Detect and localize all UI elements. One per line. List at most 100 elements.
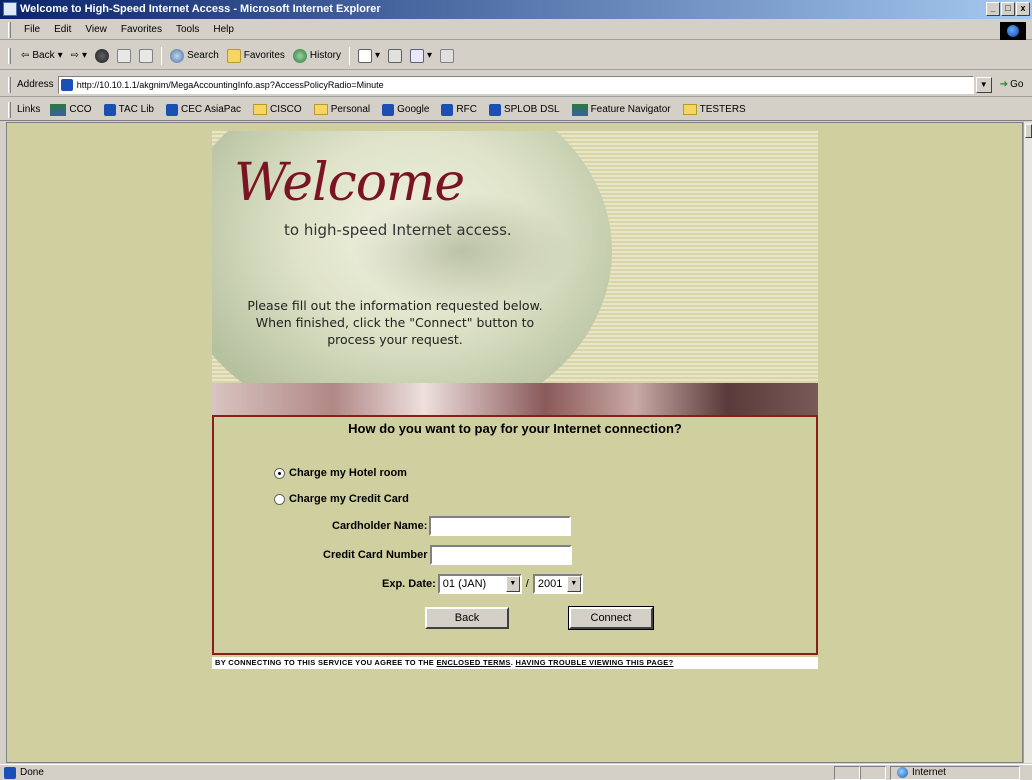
back-label: Back [32,50,55,61]
trouble-viewing-link[interactable]: HAVING TROUBLE VIEWING THIS PAGE? [516,658,674,667]
page-content: Welcome to high-speed Internet access. P… [6,122,1023,763]
menu-view[interactable]: View [78,24,114,35]
page-icon [382,103,395,116]
cardholder-label: Cardholder Name: [332,520,428,532]
minimize-button[interactable]: _ [986,2,1000,16]
search-icon [170,48,185,63]
link-label: SPLOB DSL [503,104,560,115]
link-label: CCO [69,104,92,115]
address-label: Address [17,79,54,90]
cardholder-name-input[interactable] [429,516,572,536]
connect-button[interactable]: Connect [568,606,654,630]
link-rfc[interactable]: RFC [435,103,483,116]
option-hotel-room[interactable]: Charge my Hotel room [274,467,407,479]
card-number-input[interactable] [429,545,572,565]
option-credit-card[interactable]: Charge my Credit Card [274,493,409,505]
address-bar: Address http://10.10.1.1/akgnim/MegaAcco… [0,73,1032,97]
link-testers[interactable]: TESTERS [677,104,752,115]
close-button[interactable]: x [1016,2,1030,16]
link-label: TAC Lib [118,104,154,115]
exp-year-select[interactable]: 2001 ▼ [532,574,583,594]
toolbar-grip[interactable] [8,21,11,38]
exp-month-select[interactable]: 01 (JAN) ▼ [437,574,522,594]
link-label: Personal [330,104,371,115]
refresh-button[interactable] [113,48,135,63]
dropdown-arrow-icon[interactable]: ▾ [375,50,380,61]
enclosed-terms-link[interactable]: ENCLOSED TERMS [437,658,511,667]
cardholder-row: Cardholder Name: [332,516,572,536]
print-icon [388,48,403,63]
refresh-icon [117,48,132,63]
search-button[interactable]: Search [166,48,223,63]
dropdown-arrow-icon[interactable]: ▾ [58,50,63,61]
link-label: RFC [456,104,477,115]
folder-icon [253,104,268,115]
dropdown-arrow-icon[interactable]: ▾ [427,50,432,61]
link-google[interactable]: Google [376,103,435,116]
toolbar-grip[interactable] [8,76,11,93]
hotel-room-label: Charge my Hotel room [289,467,407,479]
address-input[interactable]: http://10.10.1.1/akgnim/MegaAccountingIn… [57,75,974,94]
link-tac-lib[interactable]: TAC Lib [98,103,160,116]
links-bar: Links CCO TAC Lib CEC AsiaPac CISCO Pers… [0,99,1032,121]
link-label: CEC AsiaPac [180,104,242,115]
title-bar[interactable]: Welcome to High-Speed Internet Access - … [0,0,1032,19]
menu-help[interactable]: Help [206,24,241,35]
credit-card-radio[interactable] [274,493,285,505]
dropdown-arrow-icon[interactable]: ▾ [82,50,87,61]
exp-date-label: Exp. Date: [382,578,436,590]
stop-button[interactable] [91,48,113,63]
discuss-button[interactable] [436,48,458,63]
link-splob-dsl[interactable]: SPLOB DSL [483,103,566,116]
print-button[interactable] [384,48,406,63]
history-button[interactable]: History [289,48,345,63]
vertical-scrollbar[interactable] [1023,122,1032,763]
dropdown-arrow-icon[interactable]: ▼ [566,576,581,592]
ie-page-icon [3,2,17,16]
stop-icon [95,48,110,63]
address-url: http://10.10.1.1/akgnim/MegaAccountingIn… [76,79,384,90]
toolbar-grip[interactable] [8,47,11,64]
home-icon [139,48,154,63]
forward-arrow-icon: ⇨ [70,50,80,61]
back-button[interactable]: ⇦ Back ▾ [17,50,67,61]
scroll-up-button[interactable] [1025,124,1032,138]
forward-button[interactable]: ⇨ ▾ [67,50,91,61]
link-cec-asiapac[interactable]: CEC AsiaPac [160,103,247,116]
toolbar-separator [161,46,163,65]
dropdown-arrow-icon[interactable]: ▼ [505,576,520,592]
maximize-button[interactable]: □ [1001,2,1015,16]
hotel-room-radio[interactable] [274,467,285,479]
go-button[interactable]: ➔ Go [1000,79,1024,90]
exp-month-value: 01 (JAN) [442,578,487,590]
status-text: Done [20,767,44,778]
zone-label: Internet [912,767,946,778]
browser-window: Welcome to High-Speed Internet Access - … [0,0,1032,780]
address-dropdown-button[interactable]: ▼ [975,76,992,93]
instructions-text: Please fill out the information requeste… [247,298,543,347]
status-panel [860,765,886,780]
security-zone: Internet [890,765,1020,780]
page-icon [488,103,501,116]
link-feature-navigator[interactable]: Feature Navigator [566,103,677,116]
back-form-button[interactable]: Back [425,607,509,629]
terms-prefix: BY CONNECTING TO THIS SERVICE YOU AGREE … [215,658,437,667]
favorites-button[interactable]: Favorites [223,48,289,63]
cisco-icon [571,103,588,116]
exp-year-value: 2001 [537,578,563,590]
menu-favorites[interactable]: Favorites [114,24,169,35]
discuss-icon [440,48,455,63]
home-button[interactable] [135,48,157,63]
link-personal[interactable]: Personal [308,104,376,115]
link-cisco[interactable]: CISCO [247,104,308,115]
link-cco[interactable]: CCO [44,103,97,116]
menu-tools[interactable]: Tools [169,24,206,35]
menu-file[interactable]: File [17,24,47,35]
favorites-label: Favorites [243,50,285,61]
menu-edit[interactable]: Edit [47,24,78,35]
mail-button[interactable]: ▾ [354,48,384,63]
toolbar-grip[interactable] [8,101,11,118]
page-done-icon [4,766,16,779]
folder-icon [682,104,697,115]
edit-button[interactable]: ▾ [406,48,436,63]
